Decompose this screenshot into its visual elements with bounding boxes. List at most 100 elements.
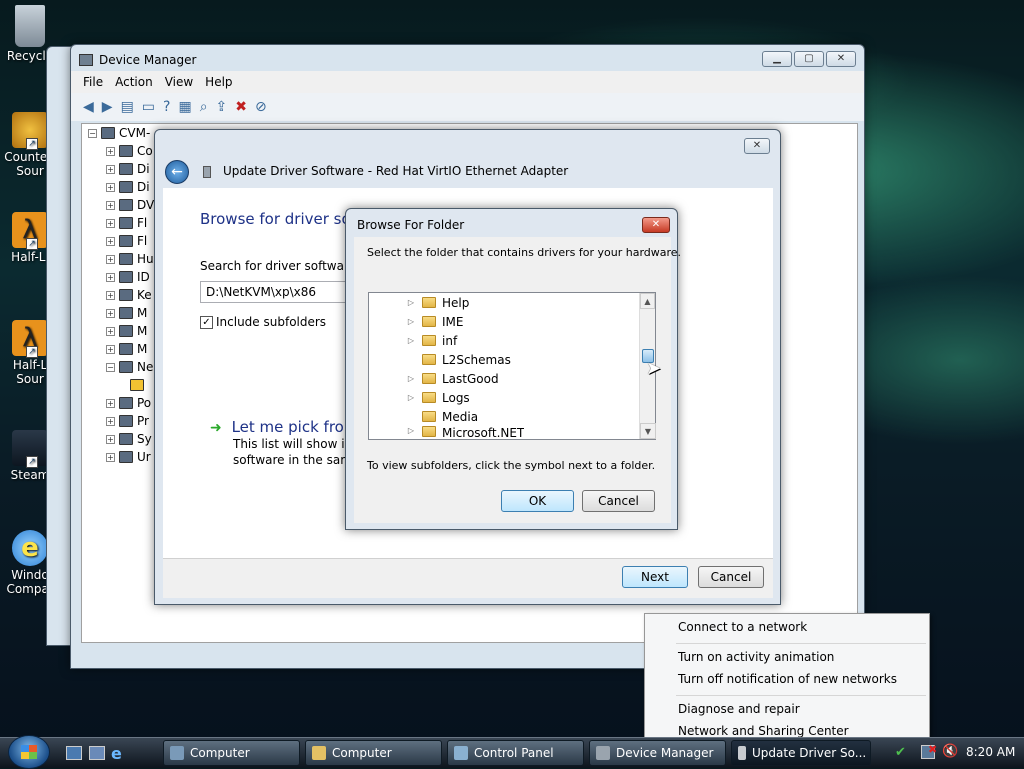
- volume-muted-icon[interactable]: 🔇: [942, 744, 958, 759]
- tree-device-category[interactable]: + Ur: [106, 448, 151, 466]
- tree-device-category[interactable]: + M: [106, 304, 147, 322]
- pick-from-list-link[interactable]: ➜ Let me pick from: [210, 418, 358, 436]
- expand-icon[interactable]: +: [106, 452, 115, 462]
- expand-icon[interactable]: +: [106, 254, 115, 264]
- taskbar-item-computer[interactable]: Computer: [163, 740, 300, 766]
- tree-device-category[interactable]: + Fl: [106, 232, 147, 250]
- ok-button[interactable]: OK: [501, 490, 574, 512]
- switch-windows-icon[interactable]: [89, 746, 105, 760]
- document-icon[interactable]: ▭: [142, 99, 155, 115]
- close-button[interactable]: ✕: [744, 138, 770, 154]
- tree-device-category[interactable]: + Co: [106, 142, 153, 160]
- folder-item[interactable]: ▷ Logs: [406, 388, 470, 407]
- show-desktop-icon[interactable]: [66, 746, 82, 760]
- scan-hardware-icon[interactable]: ⌕: [200, 99, 208, 115]
- menu-file[interactable]: File: [83, 75, 103, 89]
- tree-device-category[interactable]: + Di: [106, 160, 150, 178]
- menu-turn-on-activity-animation[interactable]: Turn on activity animation: [678, 650, 834, 664]
- tree-device-category[interactable]: + M: [106, 340, 147, 358]
- expand-icon[interactable]: +: [106, 308, 115, 318]
- taskbar-item-control-panel[interactable]: Control Panel: [447, 740, 584, 766]
- folder-item[interactable]: L2Schemas: [406, 350, 511, 369]
- folder-item[interactable]: ▷ IME: [406, 312, 464, 331]
- tree-device-category[interactable]: + Di: [106, 178, 150, 196]
- tree-device-category[interactable]: + Hu: [106, 250, 154, 268]
- expand-triangle-icon[interactable]: ▷: [406, 393, 416, 402]
- expand-icon[interactable]: +: [106, 146, 115, 156]
- menu-turn-off-notification[interactable]: Turn off notification of new networks: [678, 672, 897, 686]
- clock[interactable]: 8:20 AM: [966, 745, 1015, 759]
- expand-icon[interactable]: +: [106, 200, 115, 210]
- tree-device-category[interactable]: + Fl: [106, 214, 147, 232]
- start-button[interactable]: [8, 735, 50, 769]
- uninstall-icon[interactable]: ✖: [235, 99, 247, 115]
- include-subfolders-checkbox[interactable]: ✓ Include subfolders: [200, 315, 326, 329]
- folder-item[interactable]: Media: [406, 407, 478, 426]
- back-icon[interactable]: ◀: [83, 99, 94, 115]
- menu-diagnose-and-repair[interactable]: Diagnose and repair: [678, 702, 800, 716]
- menu-action[interactable]: Action: [115, 75, 153, 89]
- update-driver-icon[interactable]: ⇪: [216, 99, 228, 115]
- network-tray-icon[interactable]: ✖: [921, 743, 937, 759]
- taskbar-item-device-manager[interactable]: Device Manager: [589, 740, 726, 766]
- expand-triangle-icon[interactable]: ▷: [406, 298, 416, 307]
- wizard-cancel-button[interactable]: Cancel: [698, 566, 764, 588]
- properties-icon[interactable]: ▤: [121, 99, 134, 115]
- menu-connect-to-network[interactable]: Connect to a network: [678, 620, 807, 634]
- folder-item[interactable]: ▷ Microsoft.NET: [406, 426, 524, 439]
- expand-icon[interactable]: +: [106, 272, 115, 282]
- expand-icon[interactable]: +: [106, 290, 115, 300]
- view-icon[interactable]: ▦: [178, 99, 191, 115]
- taskbar-item-computer-2[interactable]: Computer: [305, 740, 442, 766]
- expand-triangle-icon[interactable]: ▷: [406, 374, 416, 383]
- taskbar-item-update-driver[interactable]: Update Driver So...: [731, 740, 871, 766]
- back-button[interactable]: ←: [165, 160, 189, 184]
- expand-icon[interactable]: +: [106, 326, 115, 336]
- tree-device-category[interactable]: + Sy: [106, 430, 152, 448]
- close-button[interactable]: ✕: [826, 51, 856, 67]
- dialog-cancel-button[interactable]: Cancel: [582, 490, 655, 512]
- tree-device-category[interactable]: + DV: [106, 196, 154, 214]
- tree-device-category[interactable]: + M: [106, 322, 147, 340]
- folder-item[interactable]: ▷ LastGood: [406, 369, 499, 388]
- menu-help[interactable]: Help: [205, 75, 232, 89]
- path-input[interactable]: D:\NetKVM\xp\x86: [200, 281, 350, 303]
- collapse-icon[interactable]: −: [106, 362, 115, 372]
- tree-device-category[interactable]: + Po: [106, 394, 151, 412]
- tree-root[interactable]: − CVM-: [88, 124, 150, 142]
- folder-item[interactable]: ▷ Help: [406, 293, 469, 312]
- expand-icon[interactable]: +: [106, 344, 115, 354]
- menu-view[interactable]: View: [165, 75, 193, 89]
- tree-device-category[interactable]: [130, 376, 148, 394]
- help-icon[interactable]: ?: [163, 99, 170, 115]
- tree-device-category[interactable]: + ID: [106, 268, 150, 286]
- tray-arrow-icon[interactable]: ✔: [895, 745, 906, 760]
- device-manager-icon: [79, 54, 93, 66]
- expand-triangle-icon[interactable]: ▷: [406, 336, 416, 345]
- next-button[interactable]: Next: [622, 566, 688, 588]
- close-button[interactable]: ✕: [642, 217, 670, 233]
- menu-network-sharing-center[interactable]: Network and Sharing Center: [678, 724, 849, 738]
- expand-triangle-icon[interactable]: ▷: [406, 426, 416, 435]
- expand-icon[interactable]: +: [106, 236, 115, 246]
- tree-device-category[interactable]: + Pr: [106, 412, 149, 430]
- expand-icon[interactable]: +: [106, 434, 115, 444]
- maximize-button[interactable]: ▢: [794, 51, 824, 67]
- folder-item[interactable]: ▷ inf: [406, 331, 457, 350]
- collapse-icon[interactable]: −: [88, 128, 97, 138]
- device-category-icon: [119, 253, 133, 265]
- expand-icon[interactable]: +: [106, 218, 115, 228]
- expand-icon[interactable]: +: [106, 164, 115, 174]
- expand-icon[interactable]: +: [106, 416, 115, 426]
- forward-icon[interactable]: ▶: [102, 99, 113, 115]
- expand-triangle-icon[interactable]: ▷: [406, 317, 416, 326]
- minimize-button[interactable]: ▁: [762, 51, 792, 67]
- expand-icon[interactable]: +: [106, 182, 115, 192]
- ie-quicklaunch-icon[interactable]: e: [111, 744, 122, 763]
- tree-device-category[interactable]: − Ne: [106, 358, 153, 376]
- expand-icon[interactable]: +: [106, 398, 115, 408]
- scroll-up-icon[interactable]: ▲: [640, 293, 655, 309]
- scroll-down-icon[interactable]: ▼: [640, 423, 656, 439]
- tree-device-category[interactable]: + Ke: [106, 286, 152, 304]
- disable-icon[interactable]: ⊘: [255, 99, 267, 115]
